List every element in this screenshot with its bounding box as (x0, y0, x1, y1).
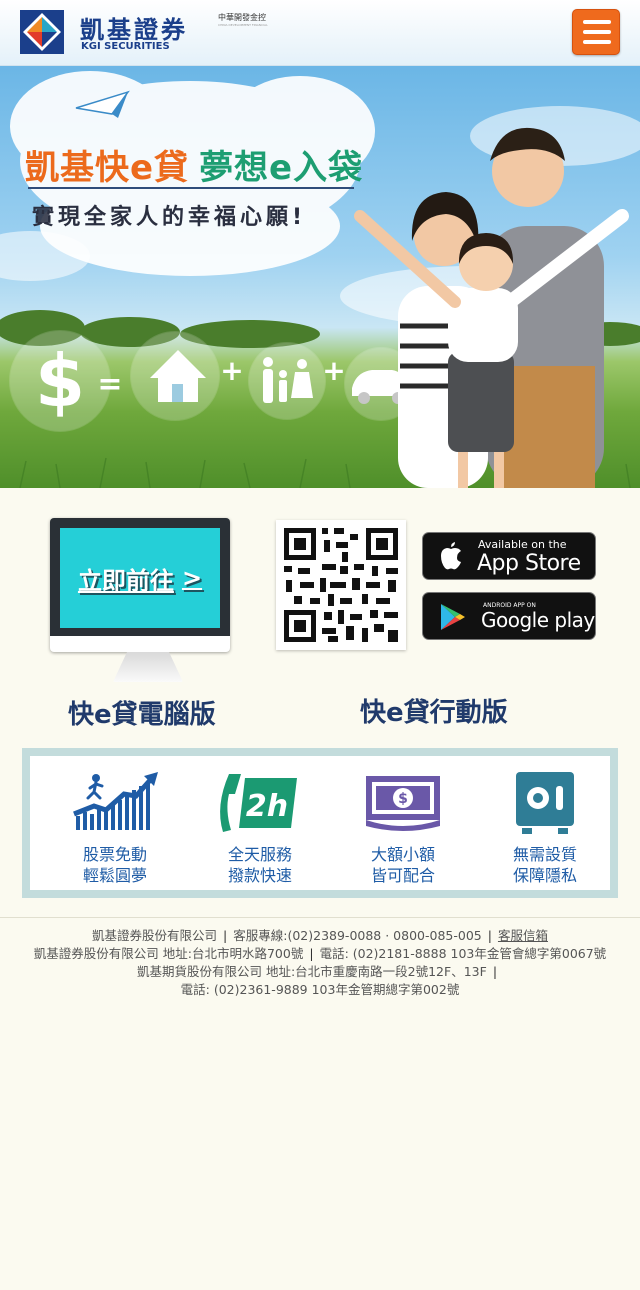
svg-text:+: + (322, 354, 345, 387)
customer-mailbox-link[interactable]: 客服信箱 (498, 928, 548, 943)
footer-futures-phone: 電話: (02)2361-9889 103年金管期總字第002號 (180, 982, 460, 997)
kgi-logo-icon[interactable] (20, 10, 64, 54)
app-store-big-text: App Store (477, 551, 581, 576)
svg-text:=: = (97, 367, 122, 402)
footer-divider (0, 917, 640, 918)
pc-monitor: 立即前往 > (50, 518, 230, 652)
apple-icon (441, 542, 461, 570)
feature-line1: 全天服務 (227, 845, 292, 864)
svg-text:$: $ (398, 791, 408, 807)
logo-text-en: KGI SECURITIES (81, 41, 170, 52)
feature-item: 2h 全天服務 撥款快速 (195, 770, 325, 886)
money-bill-icon: $ (366, 776, 440, 831)
banner-illustration: $ = + + (0, 71, 640, 488)
qr-code (276, 520, 406, 650)
banner-title-part1: 凱基快e貸 (25, 148, 190, 188)
footer-hotline: 客服專線:(02)2389-0088 · 0800-085-005 (233, 928, 482, 943)
sub-brand-en: CHINA DEVELOPMENT FINANCIAL (218, 23, 268, 27)
feature-line1: 無需設質 (512, 845, 577, 864)
feature-line2: 輕鬆圓夢 (82, 866, 147, 885)
dollar-bubble-icon: $ (9, 330, 111, 432)
svg-text:2h: 2h (246, 789, 288, 824)
feature-item: $ 大額小額 皆可配合 (338, 770, 468, 886)
google-play-big-text: Google play (481, 608, 595, 632)
google-play-icon (441, 604, 465, 630)
footer-company: 凱基證券股份有限公司 (92, 928, 218, 943)
hamburger-icon (583, 20, 611, 24)
banner-subtitle: 實現全家人的幸福心願! (32, 205, 307, 230)
family-bubble-icon (248, 342, 326, 420)
feature-item: 股票免動 輕鬆圓夢 (50, 770, 180, 886)
go-now-button[interactable]: 立即前往 > (60, 528, 220, 628)
footer-phone: 電話: (02)2181-8888 103年金管會總字第0067號 (319, 946, 607, 961)
banner-divider (28, 187, 354, 189)
feature-line2: 皆可配合 (370, 866, 435, 885)
house-bubble-icon (130, 331, 220, 421)
banner-title-part2: 夢想e入袋 (199, 148, 364, 188)
sub-brand: 中華開發金控 (218, 13, 266, 22)
feature-item: 無需設質 保障隱私 (480, 770, 610, 886)
menu-button[interactable] (572, 9, 620, 55)
banner-title: 凱基快e貸 夢想e入袋 (25, 140, 363, 189)
header: 凱基證券 KGI SECURITIES 中華開發金控 CHINA DEVELOP… (0, 0, 640, 66)
feature-line2: 撥款快速 (227, 866, 292, 885)
footer: 凱基證券股份有限公司 | 客服專線:(02)2389-0088 · 0800-085… (0, 927, 640, 999)
hero-banner[interactable]: $ = + + 凱基快e貸 夢想e入袋 實現全家人的幸福心願! (0, 66, 640, 488)
pc-version-label: 快e貸電腦版 (68, 700, 216, 730)
safe-icon (516, 772, 574, 834)
app-store-small-text: Available on the (478, 538, 567, 551)
logo-text-cn: 凱基證券 (80, 16, 188, 44)
qr-code-icon (276, 520, 406, 650)
phone-24h-icon: 2h (220, 774, 297, 832)
chevron-right-icon: > (181, 564, 203, 592)
feature-line1: 股票免動 (82, 845, 147, 864)
svg-text:+: + (220, 354, 243, 387)
google-play-badge[interactable]: ANDROID APP ON Google play (422, 592, 596, 640)
footer-futures-address: 凱基期貨股份有限公司 地址:台北市重慶南路一段2號12F、13F (136, 964, 487, 979)
mobile-version-label: 快e貸行動版 (360, 698, 508, 728)
app-store-badge[interactable]: Available on the App Store (422, 532, 596, 580)
family-photo (354, 127, 629, 488)
stock-growth-icon (73, 772, 158, 830)
svg-text:$: $ (35, 339, 85, 423)
monitor-stand (113, 652, 183, 682)
features-panel: 股票免動 輕鬆圓夢 2h 全天服務 撥款快速 $ 大額小額 皆可配合 無需設質 … (22, 748, 618, 898)
feature-line1: 大額小額 (370, 845, 435, 864)
footer-address: 凱基證券股份有限公司 地址:台北市明水路700號 (33, 946, 304, 961)
feature-line2: 保障隱私 (512, 866, 577, 885)
